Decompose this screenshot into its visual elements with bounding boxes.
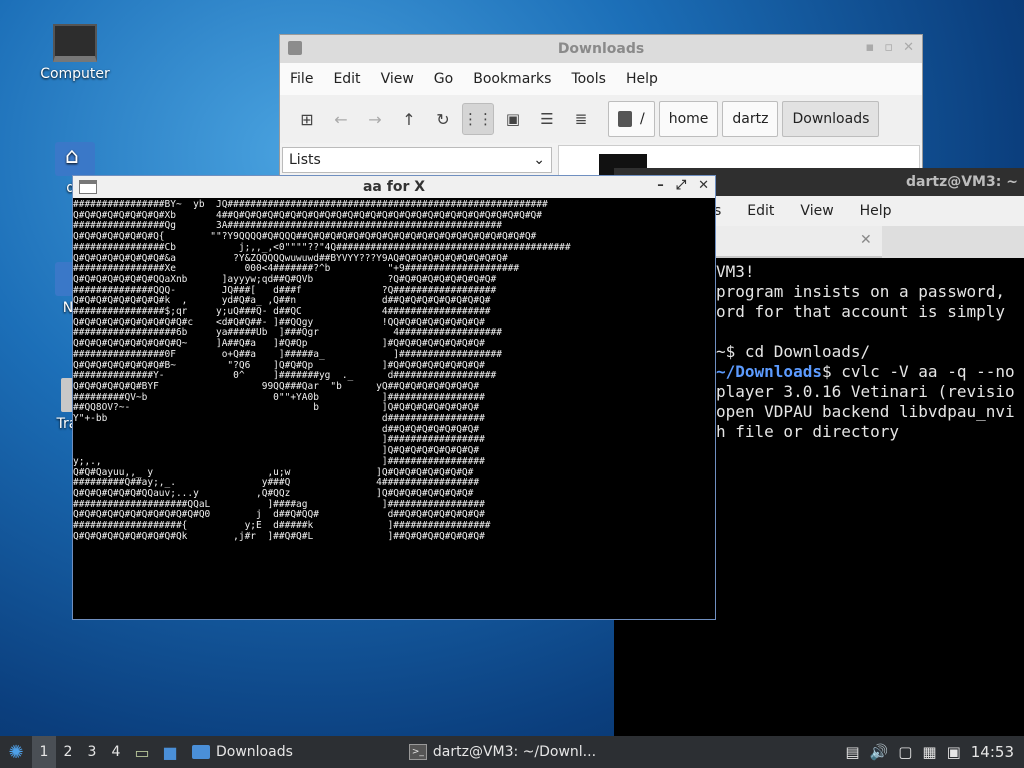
window-controls: ▪ ▫ ✕ <box>865 40 914 55</box>
thumbnail-view-icon[interactable]: ▣ <box>498 104 528 134</box>
ascii-video-output[interactable]: ################BY~ yb JQ###############… <box>73 198 713 616</box>
maximize-icon[interactable]: ▫ <box>884 40 893 55</box>
desktop-icon-computer[interactable]: Computer <box>35 24 115 82</box>
menu-view[interactable]: View <box>800 203 833 219</box>
menu-go[interactable]: Go <box>424 71 463 87</box>
menu-view[interactable]: View <box>371 71 424 87</box>
taskbar: ✺ 1 2 3 4 ▭ ■ Downloads >_ dartz@VM3: ~/… <box>0 736 1024 768</box>
menu-bookmarks[interactable]: Bookmarks <box>463 71 561 87</box>
folder-icon <box>288 41 302 55</box>
toolbar: ⊞ ← → ↑ ↻ ⋮⋮ ▣ ☰ ≣ / home dartz Download… <box>280 95 922 143</box>
workspace-1[interactable]: 1 <box>32 736 56 768</box>
minimize-icon[interactable]: – <box>657 178 664 193</box>
icon-view-icon[interactable]: ⋮⋮ <box>462 103 494 135</box>
task-downloads[interactable]: Downloads <box>184 736 301 768</box>
menu-file[interactable]: File <box>280 71 323 87</box>
terminal-line: ~$ cd Downloads/ <box>716 342 871 361</box>
forward-icon[interactable]: → <box>360 104 390 134</box>
aa-video-window: aa for X – ⤢ ✕ ################BY~ yb JQ… <box>72 175 716 620</box>
menu-help[interactable]: Help <box>860 203 892 219</box>
notification-icon[interactable]: ▦ <box>922 743 936 761</box>
window-title: dartz@VM3: ~ <box>906 174 1018 190</box>
up-icon[interactable]: ↑ <box>394 104 424 134</box>
workspace-4[interactable]: 4 <box>104 736 128 768</box>
minimize-icon[interactable]: ▪ <box>865 40 874 55</box>
terminal-line: open VDPAU backend libvdpau_nvi <box>716 402 1015 421</box>
compact-view-icon[interactable]: ☰ <box>532 104 562 134</box>
terminal-line: h file or directory <box>716 422 900 441</box>
breadcrumb-dartz[interactable]: dartz <box>722 101 779 137</box>
side-pane-mode-select[interactable]: Lists ⌄ <box>282 147 552 173</box>
back-icon[interactable]: ← <box>326 104 356 134</box>
breadcrumb-home[interactable]: home <box>658 101 719 137</box>
home-folder-icon <box>55 142 95 176</box>
file-manager-titlebar[interactable]: Downloads ▪ ▫ ✕ <box>280 35 922 63</box>
terminal-prompt-path: ~/Downloads <box>716 362 822 381</box>
breadcrumb-downloads[interactable]: Downloads <box>782 101 880 137</box>
workspace-2[interactable]: 2 <box>56 736 80 768</box>
window-controls: – ⤢ ✕ <box>657 178 709 193</box>
terminal-line: ~/Downloads$ cvlc -V aa -q --no <box>716 362 1024 382</box>
menu-bar: File Edit View Go Bookmarks Tools Help <box>280 63 922 95</box>
terminal-icon: >_ <box>408 744 427 760</box>
task-terminal[interactable]: >_ dartz@VM3: ~/Downl... <box>401 736 604 768</box>
workspace-3[interactable]: 3 <box>80 736 104 768</box>
window-icon <box>79 180 97 194</box>
start-menu-icon[interactable]: ✺ <box>0 736 32 768</box>
breadcrumb-root[interactable]: / <box>608 101 655 137</box>
maximize-icon[interactable]: ⤢ <box>676 178 686 193</box>
show-desktop-icon[interactable]: ▭ <box>128 736 156 768</box>
file-manager-launcher-icon[interactable]: ■ <box>156 736 184 768</box>
notes-icon[interactable]: ▤ <box>845 743 859 761</box>
window-title: Downloads <box>557 41 645 57</box>
terminal-line: player 3.0.16 Vetinari (revisio <box>716 382 1015 401</box>
reload-icon[interactable]: ↻ <box>428 104 458 134</box>
clock[interactable]: 14:53 <box>971 743 1014 761</box>
desktop-icon-label: Computer <box>40 66 110 82</box>
close-icon[interactable]: ✕ <box>860 232 872 248</box>
ascii-art-frame: ################BY~ yb JQ###############… <box>73 199 571 542</box>
close-icon[interactable]: ✕ <box>698 178 709 193</box>
folder-icon <box>192 745 210 759</box>
drive-icon <box>618 111 632 127</box>
menu-edit[interactable]: Edit <box>323 71 370 87</box>
volume-icon[interactable]: 🔊 <box>870 743 889 761</box>
terminal-line: ord for that account is simply <box>716 302 1005 321</box>
terminal-command: $ cvlc -V aa -q --no <box>821 362 1015 381</box>
aa-titlebar[interactable]: aa for X – ⤢ ✕ <box>73 176 715 198</box>
menu-tools[interactable]: Tools <box>561 71 616 87</box>
clipboard-icon[interactable]: ▢ <box>898 743 912 761</box>
close-icon[interactable]: ✕ <box>903 40 914 55</box>
detailed-view-icon[interactable]: ≣ <box>566 104 596 134</box>
new-tab-icon[interactable]: ⊞ <box>292 104 322 134</box>
window-title: aa for X <box>362 179 426 195</box>
system-tray: ▤ 🔊 ▢ ▦ ▣ 14:53 <box>845 743 1024 761</box>
menu-edit[interactable]: Edit <box>747 203 774 219</box>
terminal-line: VM3! <box>716 262 755 281</box>
computer-icon <box>53 24 97 62</box>
network-tray-icon[interactable]: ▣ <box>947 743 961 761</box>
menu-help[interactable]: Help <box>616 71 668 87</box>
chevron-down-icon: ⌄ <box>533 152 545 168</box>
terminal-line: program insists on a password, <box>716 282 1005 301</box>
